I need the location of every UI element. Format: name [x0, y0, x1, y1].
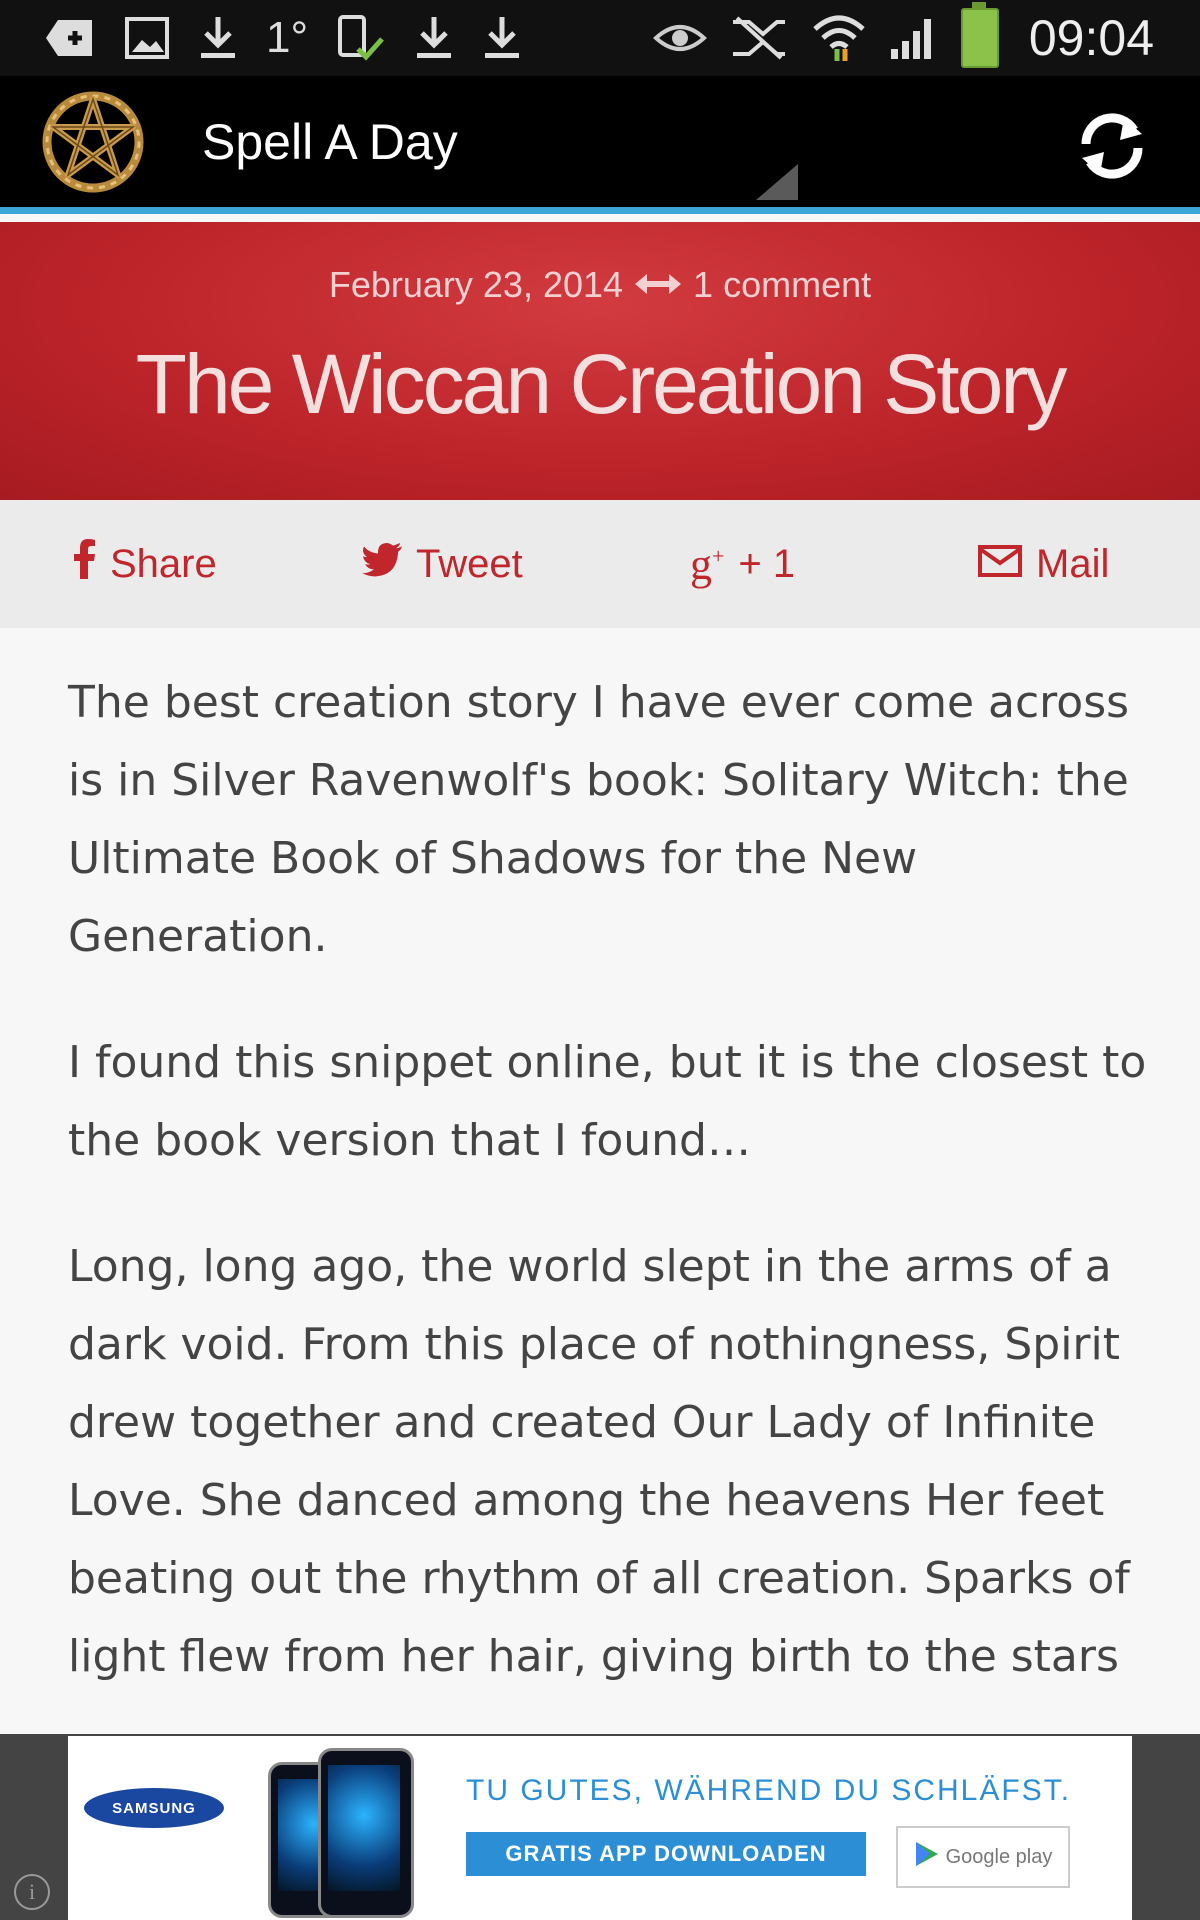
phone-image	[318, 1748, 414, 1918]
ad-info-icon[interactable]: i	[14, 1874, 50, 1910]
status-notifications: 1°	[0, 13, 522, 63]
battery-icon	[960, 2, 999, 68]
twitter-icon	[362, 542, 402, 587]
share-bar: Share Tweet g+ + 1 Mail	[0, 500, 1200, 628]
signal-icon	[889, 15, 939, 61]
mail-label: Mail	[1036, 541, 1110, 586]
article-paragraph: The best creation story I have ever come…	[68, 677, 1130, 962]
mail-share-button[interactable]: Mail	[978, 542, 1109, 587]
ad-content[interactable]: SAMSUNG TU GUTES, WÄHREND DU SCHLÄFST. G…	[68, 1736, 1132, 1920]
google-play-label: Google play	[945, 1845, 1053, 1868]
article-body: The best creation story I have ever come…	[68, 664, 1148, 1744]
google-plus-icon: g+	[690, 539, 725, 589]
status-time: 09:04	[1028, 10, 1154, 66]
post-header: February 23, 2014 1 comment The Wiccan C…	[0, 222, 1200, 500]
refresh-icon[interactable]	[1072, 106, 1152, 186]
post-date: February 23, 2014	[328, 264, 624, 305]
facebook-icon	[72, 539, 96, 589]
facebook-share-label: Share	[110, 541, 217, 586]
app-bar: Spell A Day	[0, 76, 1200, 214]
tweet-button[interactable]: Tweet	[362, 542, 523, 587]
status-bar: 1° 09:04	[0, 0, 1200, 76]
google-play-icon	[914, 1840, 940, 1874]
ad-banner[interactable]: i SAMSUNG TU GUTES, WÄHREND DU SCHLÄFST.…	[0, 1734, 1200, 1920]
wifi-icon	[811, 13, 867, 63]
app-title[interactable]: Spell A Day	[202, 113, 458, 171]
double-arrow-icon	[633, 264, 683, 306]
eye-icon	[652, 20, 707, 56]
ad-headline: TU GUTES, WÄHREND DU SCHLÄFST.	[466, 1774, 1072, 1807]
samsung-logo: SAMSUNG	[84, 1788, 224, 1828]
gplus-label: + 1	[738, 541, 796, 586]
add-icon	[44, 18, 96, 58]
post-meta: February 23, 2014 1 comment	[0, 264, 1200, 306]
temperature-icon: 1°	[266, 13, 308, 63]
dropdown-indicator-icon[interactable]	[756, 164, 798, 200]
download-icon	[414, 15, 454, 61]
pentagram-icon[interactable]	[38, 87, 148, 197]
ad-download-button[interactable]: GRATIS APP DOWNLOADEN	[466, 1832, 866, 1876]
facebook-share-button[interactable]: Share	[72, 539, 217, 589]
status-system: 09:04	[652, 2, 1200, 68]
article-paragraph: Long, long ago, the world slept in the a…	[68, 1241, 1130, 1682]
image-icon	[124, 16, 170, 60]
post-title: The Wiccan Creation Story	[135, 337, 1068, 431]
download-icon	[482, 15, 522, 61]
google-play-badge[interactable]: Google play	[896, 1826, 1070, 1888]
tweet-label: Tweet	[416, 541, 523, 586]
phone-check-icon	[336, 13, 386, 63]
article-paragraph: I found this snippet online, but it is t…	[68, 1037, 1147, 1166]
temperature-value: 1°	[266, 13, 309, 62]
download-icon	[198, 15, 238, 61]
gplus-button[interactable]: g+ + 1	[690, 539, 795, 590]
mute-icon	[729, 16, 789, 60]
mail-icon	[978, 542, 1022, 587]
post-comments-link[interactable]: 1 comment	[693, 264, 871, 306]
